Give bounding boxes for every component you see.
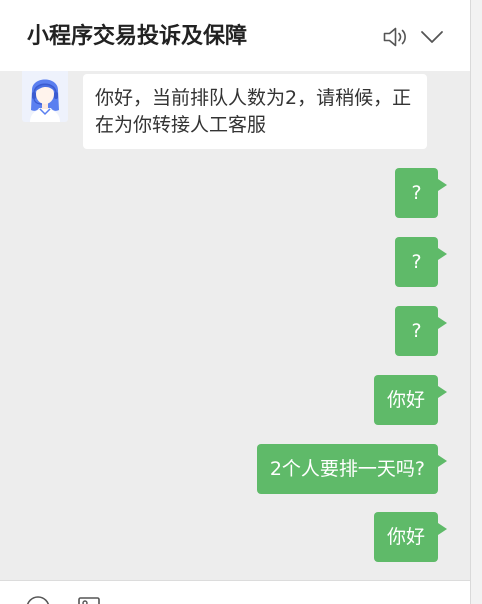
- chat-header: 小程序交易投诉及保障: [0, 0, 470, 71]
- user-message-bubble: 2个人要排一天吗?: [256, 444, 448, 494]
- user-message-bubble: 你好: [373, 512, 448, 562]
- user-message-bubble: ?: [395, 168, 447, 218]
- image-icon[interactable]: [78, 597, 100, 604]
- chat-window: 小程序交易投诉及保障 你好，当前排队人数为2，请稍候，正在为你转接人工客服 ? …: [0, 0, 471, 604]
- speaker-icon[interactable]: [382, 25, 408, 49]
- user-message-bubble: 你好: [373, 375, 448, 425]
- agent-message-bubble: 你好，当前排队人数为2，请稍候，正在为你转接人工客服: [83, 74, 427, 149]
- emoji-icon[interactable]: [26, 596, 50, 604]
- customer-service-avatar: [22, 64, 68, 122]
- input-toolbar: [0, 580, 470, 604]
- user-message-bubble: ?: [395, 306, 447, 356]
- chat-title: 小程序交易投诉及保障: [27, 24, 248, 49]
- user-message-bubble: ?: [395, 237, 447, 287]
- chevron-down-icon[interactable]: [420, 30, 444, 44]
